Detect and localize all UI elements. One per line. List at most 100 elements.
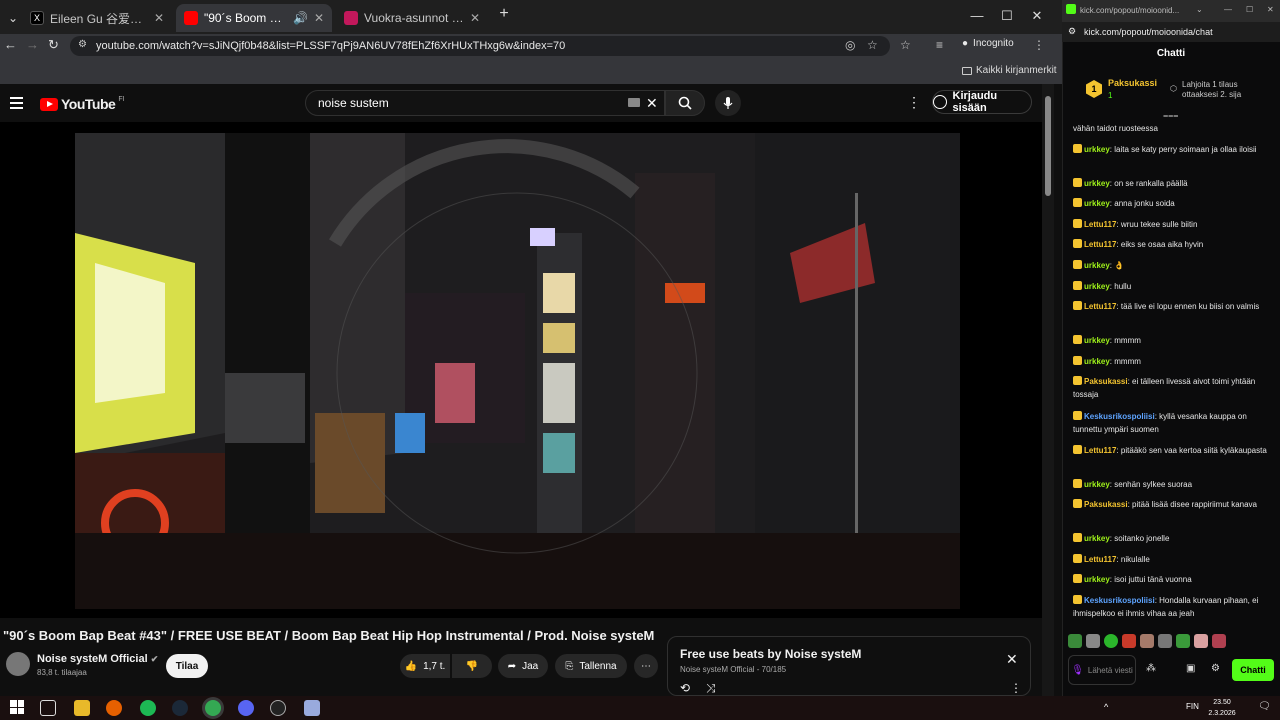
pinned-filter-icon[interactable]: ⩶ [1163,110,1178,121]
close-icon[interactable]: ✕ [154,11,164,25]
chat-username[interactable]: urkkey [1084,480,1110,489]
sign-in-button[interactable]: Kirjaudu sisään [932,90,1032,114]
expand-icon[interactable]: ⌄ [1196,5,1203,14]
chrome-icon[interactable] [205,700,221,716]
task-view-icon[interactable] [40,700,56,716]
send-chat-button[interactable]: Chatti [1232,659,1274,681]
file-explorer-icon[interactable] [74,700,90,716]
playlist-menu-icon[interactable]: ⋮ [1010,681,1022,695]
users-icon[interactable]: ⁂ [1146,663,1156,674]
eye-off-icon[interactable]: ◎ [845,38,855,52]
tab-eileen-gu[interactable]: X Eileen Gu 谷爱凌 (@GoEileenGu) ✕ [22,4,172,32]
chat-input[interactable]: 🎙 Lähetä viesti [1068,655,1136,685]
emote-icon[interactable] [1104,634,1118,648]
star-icon[interactable]: ☆ [867,38,878,52]
shuffle-icon[interactable]: ⤨ [706,681,716,696]
close-icon[interactable]: ✕ [314,11,324,25]
search-button[interactable] [665,90,705,116]
hamburger-menu-icon[interactable] [10,97,23,109]
scrollbar-thumb[interactable] [1045,96,1051,196]
discord-icon[interactable] [238,700,254,716]
settings-kebab-icon[interactable]: ⋮ [907,94,921,111]
chat-username[interactable]: Lettu117 [1084,302,1116,311]
settings-icon[interactable]: ⚙ [1211,663,1220,674]
all-bookmarks-button[interactable]: Kaikki kirjanmerkit [962,65,1057,76]
maximize-button[interactable]: ☐ [1246,5,1253,14]
share-button[interactable]: ➦ Jaa [498,654,548,678]
spotify-icon[interactable] [140,700,156,716]
channel-name-link[interactable]: Noise systeM Official ✔ [37,653,158,665]
chat-username[interactable]: Paksukassi [1084,500,1128,509]
chat-username[interactable]: Keskusrikospoliisi [1084,596,1155,605]
close-window-button[interactable]: ✕ [1025,8,1049,24]
tray-chevron-icon[interactable]: ^ [1104,702,1108,712]
chat-username[interactable]: urkkey [1084,261,1110,270]
emote-icon[interactable] [1140,634,1154,648]
language-indicator[interactable]: FIN [1186,702,1199,711]
system-clock[interactable]: 23.50 2.3.2026 [1202,697,1242,719]
incognito-indicator[interactable]: ● Incognito [962,38,1014,49]
forward-icon[interactable]: → [26,37,39,52]
kick-url-bar[interactable]: ⚙ kick.com/popout/moioonida/chat [1062,22,1280,42]
tab-search-button[interactable]: ⌄ [0,4,20,32]
like-button[interactable]: 👍 1,7 t. [400,654,450,678]
chat-username[interactable]: urkkey [1084,179,1110,188]
save-button[interactable]: ⎘ Tallenna [555,654,627,678]
chat-username[interactable]: urkkey [1084,336,1110,345]
app-icon[interactable] [304,700,320,716]
emote-icon[interactable] [1194,634,1208,648]
emote-icon[interactable] [1122,634,1136,648]
video-frame[interactable] [75,133,960,609]
chat-username[interactable]: Keskusrikospoliisi [1084,412,1155,421]
chat-username[interactable]: urkkey [1084,282,1110,291]
store-icon[interactable]: ▣ [1186,663,1195,674]
youtube-logo[interactable]: YouTube FI [40,96,125,112]
clear-search-icon[interactable]: ✕ [646,95,658,112]
close-icon[interactable]: ✕ [470,11,480,25]
minimize-button[interactable]: — [965,8,989,23]
subscribe-button[interactable]: Tilaa [166,654,208,678]
menu-icon[interactable]: ⋮ [1033,38,1045,52]
emote-icon[interactable] [1068,634,1082,648]
site-info-icon[interactable]: ⚙ [78,39,87,50]
obs-icon[interactable] [270,700,286,716]
firefox-icon[interactable] [106,700,122,716]
tab-youtube[interactable]: "90´s Boom Bap Beat #43" 🔊 ✕ [176,4,332,32]
chat-username[interactable]: Paksukassi [1084,377,1128,386]
dislike-button[interactable]: 👎 [452,654,492,678]
emote-icon[interactable] [1086,634,1100,648]
start-windows-icon[interactable] [10,700,24,714]
more-actions-button[interactable]: ⋯ [634,654,658,678]
tab-groups-icon[interactable]: ≡ [936,38,943,52]
close-window-button[interactable]: ✕ [1267,5,1274,14]
minimize-button[interactable]: — [1224,5,1232,14]
chat-username[interactable]: Lettu117 [1084,240,1116,249]
voice-search-button[interactable] [715,90,741,116]
chat-username[interactable]: urkkey [1084,534,1110,543]
close-playlist-icon[interactable]: ✕ [1006,651,1018,668]
chat-username[interactable]: urkkey [1084,199,1110,208]
emote-icon[interactable] [1158,634,1172,648]
chat-username[interactable]: urkkey [1084,145,1110,154]
reload-icon[interactable]: ↻ [48,37,59,53]
keyboard-icon[interactable] [628,98,640,107]
gift-leaderboard[interactable]: 1 Paksukassi 1 ⬡ Lahjoita 1 tilaus ottaa… [1066,74,1276,108]
bookmark-star-icon[interactable]: ☆ [900,38,911,52]
back-icon[interactable]: ← [4,37,17,52]
channel-avatar[interactable] [6,652,30,676]
maximize-button[interactable]: ☐ [995,8,1019,24]
steam-icon[interactable] [172,700,188,716]
loop-icon[interactable]: ⟲ [680,681,690,695]
new-tab-button[interactable]: + [492,5,516,23]
chat-username[interactable]: urkkey [1084,357,1110,366]
playlist-title[interactable]: Free use beats by Noise systeM [680,647,861,661]
notifications-icon[interactable]: 🗨 [1258,701,1271,712]
emote-icon[interactable] [1212,634,1226,648]
chat-username[interactable]: urkkey [1084,575,1110,584]
chat-username[interactable]: Lettu117 [1084,446,1116,455]
chat-username[interactable]: Lettu117 [1084,555,1116,564]
speaker-icon[interactable]: 🔊 [293,11,308,25]
tab-vuokra-asunnot[interactable]: Vuokra-asunnot Jyväskylä: 55 kpl ✕ [336,4,488,32]
address-bar[interactable]: ⚙ youtube.com/watch?v=sJiNQjf0b48&list=P… [70,36,890,56]
emote-icon[interactable] [1176,634,1190,648]
